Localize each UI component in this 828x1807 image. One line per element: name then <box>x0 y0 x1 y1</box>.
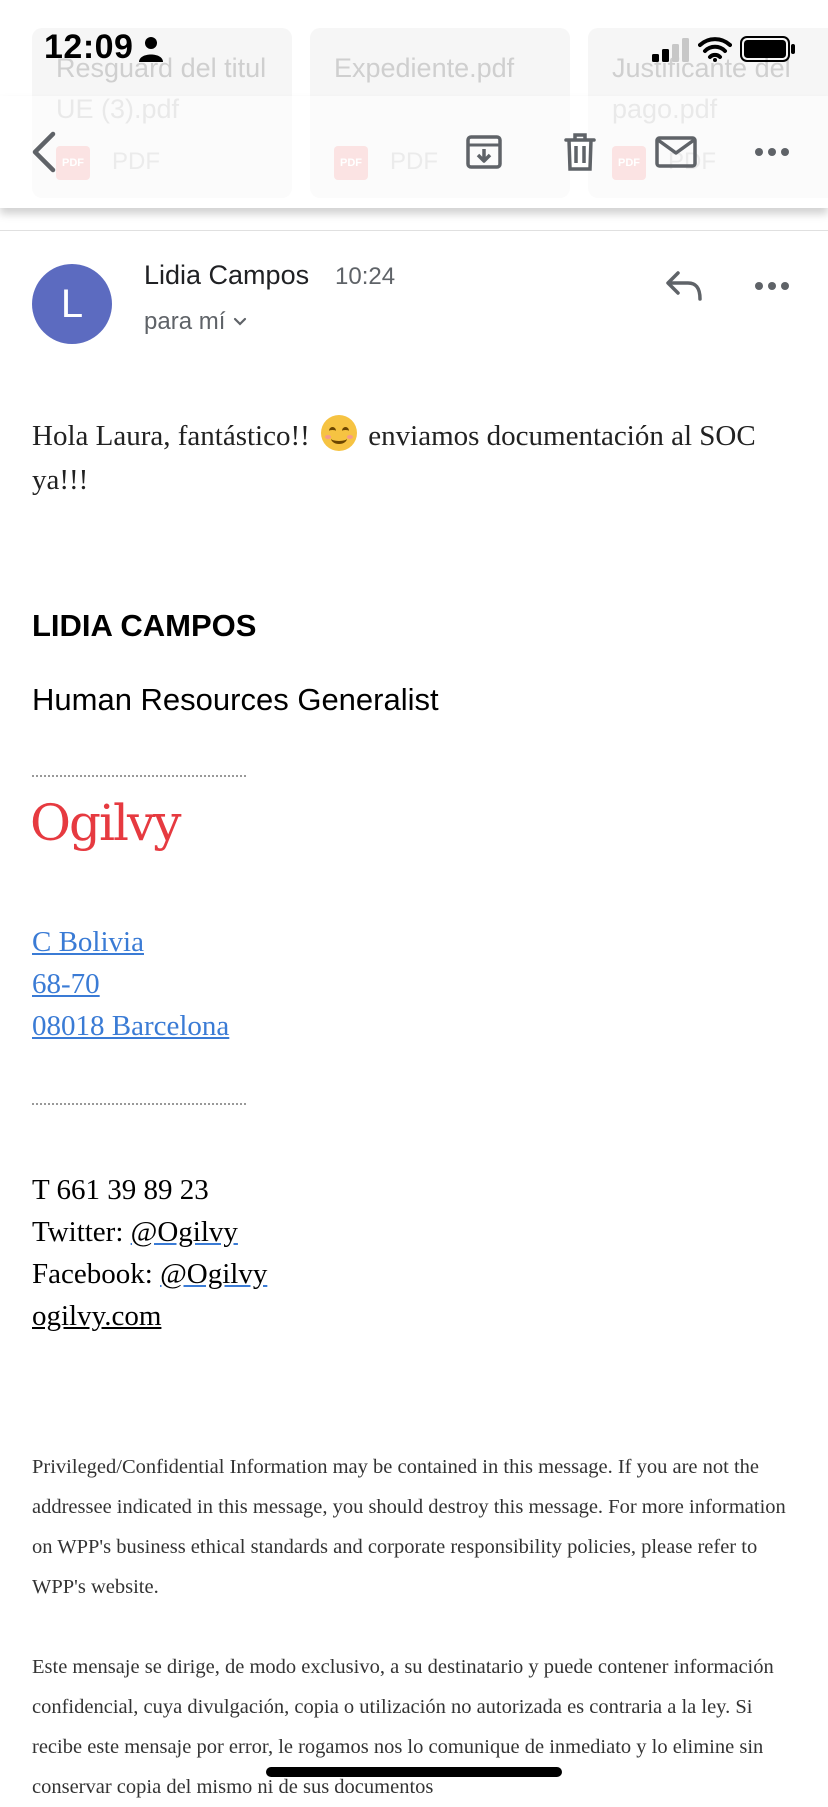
recipient-toggle[interactable]: para mí <box>144 308 247 336</box>
phone-number: T 661 39 89 23 <box>32 1174 209 1206</box>
sender-name: Lidia Campos <box>144 260 310 290</box>
website-link[interactable]: ogilvy.com <box>32 1300 161 1332</box>
mark-unread-button[interactable] <box>648 124 704 180</box>
cellular-signal-icon <box>652 38 689 62</box>
trash-icon <box>564 133 596 171</box>
back-button[interactable] <box>16 124 72 180</box>
status-bar: 12:09 <box>0 0 828 96</box>
avatar-letter: L <box>60 281 84 326</box>
greeting-text: Hola Laura, fantástico!! <box>32 420 310 452</box>
message-toolbar <box>0 96 828 208</box>
delete-button[interactable] <box>552 124 608 180</box>
status-time: 12:09 <box>44 28 134 66</box>
signature-name: LIDIA CAMPOS <box>32 608 257 643</box>
address-link-city[interactable]: 08018 Barcelona <box>32 1010 229 1043</box>
website-line: ogilvy.com <box>32 1300 161 1333</box>
chevron-down-icon <box>234 317 247 326</box>
avatar[interactable]: L <box>32 264 112 344</box>
address-link-number[interactable]: 68-70 <box>32 968 100 1001</box>
facebook-link[interactable]: @Ogilvy <box>160 1258 267 1290</box>
dotted-divider <box>32 1103 246 1105</box>
legal-disclaimer-english: Privileged/Confidential Information may … <box>32 1456 786 1598</box>
ogilvy-logo: Ogilvy <box>30 794 181 852</box>
facebook-line: Facebook: @Ogilvy <box>32 1258 267 1291</box>
reply-icon <box>666 271 702 301</box>
divider <box>0 230 828 231</box>
dotted-divider <box>32 775 246 777</box>
twitter-link[interactable]: @Ogilvy <box>131 1216 238 1248</box>
archive-button[interactable] <box>456 124 512 180</box>
more-icon <box>755 282 789 290</box>
smiling-face-emoji <box>321 415 358 451</box>
home-indicator[interactable] <box>266 1767 562 1777</box>
archive-icon <box>466 135 502 169</box>
mail-icon <box>655 136 697 168</box>
legal-disclaimer-spanish: Este mensaje se dirige, de modo exclusiv… <box>32 1656 774 1798</box>
message-time: 10:24 <box>335 263 396 290</box>
message-more-button[interactable] <box>748 262 796 310</box>
reply-button[interactable] <box>660 262 708 310</box>
recipient-label: para mí <box>144 308 226 335</box>
twitter-line: Twitter: @Ogilvy <box>32 1216 238 1249</box>
more-options-button[interactable] <box>744 124 800 180</box>
wifi-icon <box>698 37 732 62</box>
back-icon <box>32 131 56 173</box>
battery-icon <box>740 36 795 62</box>
facebook-label: Facebook: <box>32 1258 161 1290</box>
person-icon <box>139 37 163 62</box>
address-link-street[interactable]: C Bolivia <box>32 926 144 959</box>
more-icon <box>755 148 789 156</box>
signature-role: Human Resources Generalist <box>32 682 439 717</box>
twitter-label: Twitter: <box>32 1216 131 1248</box>
message-body: Hola Laura, fantástico!! enviamos docume… <box>32 414 792 502</box>
